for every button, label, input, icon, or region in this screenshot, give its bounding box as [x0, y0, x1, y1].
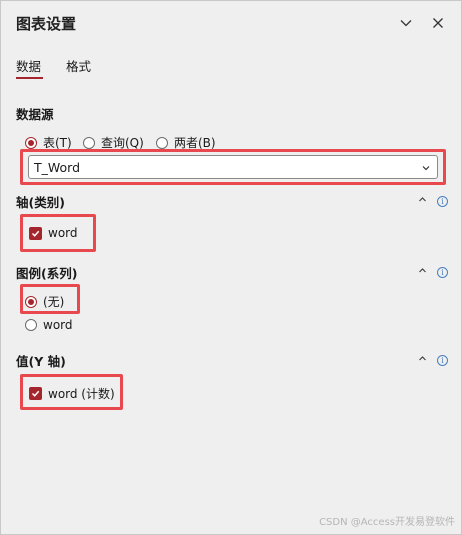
checkbox-checked-icon [29, 387, 42, 400]
chevron-down-icon [421, 161, 431, 176]
axis-field-label: word [48, 226, 78, 240]
checkbox-checked-icon [29, 226, 42, 240]
active-tab-indicator [16, 77, 43, 79]
legend-option-word-label: word [43, 318, 73, 332]
data-source-title: 数据源 [16, 107, 54, 122]
pane-title: 图表设置 [16, 15, 77, 33]
data-source-select-value: T_Word [34, 159, 81, 175]
watermark: CSDN @Access开发易登软件 [319, 517, 455, 528]
data-source-select[interactable]: T_Word [28, 155, 438, 179]
info-icon[interactable]: i [437, 267, 448, 278]
legend-section-title: 图例(系列) [16, 266, 78, 281]
legend-option-word[interactable]: word [25, 318, 73, 332]
info-icon[interactable]: i [437, 196, 448, 207]
close-icon[interactable] [427, 12, 449, 34]
chevron-down-icon[interactable] [395, 12, 417, 34]
info-icon[interactable]: i [437, 355, 448, 366]
radio-checked-icon [25, 295, 37, 308]
collapse-caret-icon[interactable] [418, 194, 427, 207]
values-field-word-count[interactable]: word (计数) [29, 385, 115, 402]
radio-unchecked-icon [83, 136, 95, 149]
axis-field-word[interactable]: word [29, 226, 78, 240]
legend-option-none-label: (无) [43, 295, 65, 309]
legend-option-none[interactable]: (无) [25, 293, 64, 310]
chart-settings-pane: 图表设置 数据 格式 数据源 表(T) 查询(Q) 两者(B) T_Word 轴… [0, 0, 462, 535]
radio-unchecked-icon [25, 319, 37, 331]
radio-unchecked-icon [156, 136, 168, 149]
values-field-label: word (计数) [48, 387, 115, 401]
tab-format[interactable]: 格式 [66, 56, 91, 75]
collapse-caret-icon[interactable] [418, 265, 427, 278]
tab-data[interactable]: 数据 [16, 56, 41, 75]
axis-section-title: 轴(类别) [16, 195, 65, 210]
values-section-title: 值(Y 轴) [16, 354, 66, 369]
radio-checked-icon [25, 136, 37, 149]
collapse-caret-icon[interactable] [418, 353, 427, 366]
